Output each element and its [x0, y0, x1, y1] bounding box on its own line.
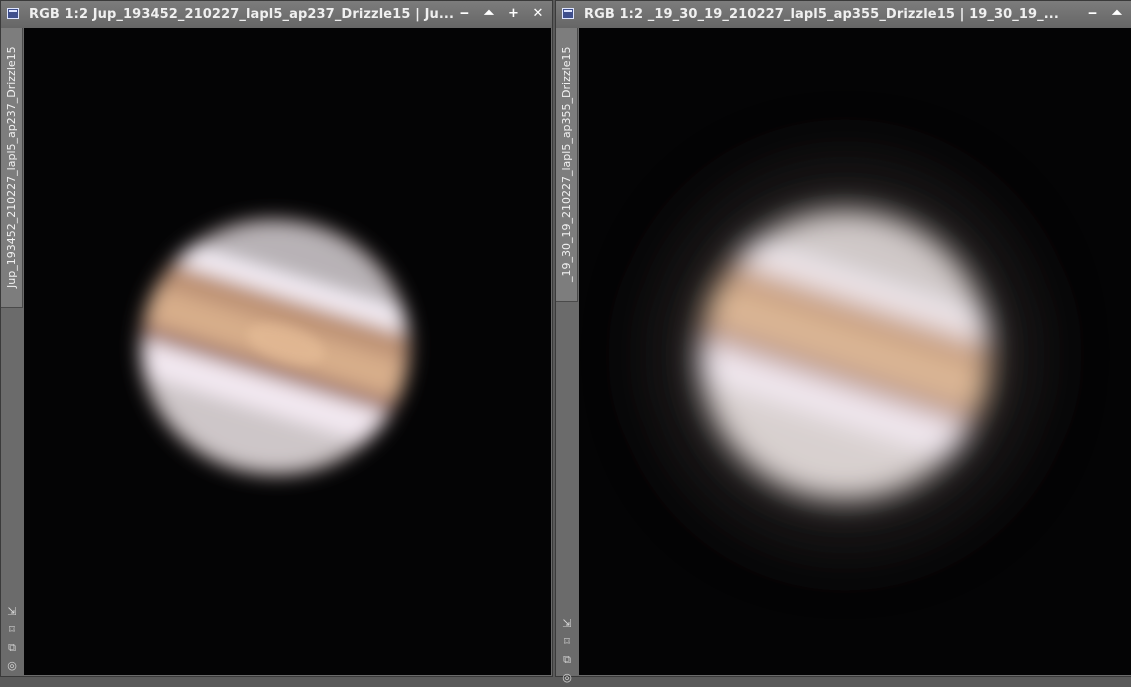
window-tool-buttons: ⇲ ⌑ ⧉ ◎	[3, 603, 21, 675]
jupiter-image	[109, 186, 441, 508]
window-tool-buttons: ⇲ ⌑ ⧉ ◎	[558, 615, 576, 687]
fit-view-icon[interactable]: ⌑	[3, 621, 21, 639]
minimize-button[interactable]: ‒	[1082, 5, 1102, 23]
clone-icon[interactable]: ⧉	[3, 639, 21, 657]
window-title: RGB 1:2 Jup_193452_210227_lapl5_ap237_Dr…	[29, 7, 454, 22]
window-title: RGB 1:2 _19_30_19_210227_lapl5_ap355_Dri…	[584, 7, 1059, 22]
image-identifier-label: Jup_193452_210227_lapl5_ap237_Drizzle15	[5, 46, 18, 288]
target-icon[interactable]: ◎	[558, 669, 576, 687]
window-titlebar[interactable]: RGB 1:2 _19_30_19_210227_lapl5_ap355_Dri…	[556, 1, 1131, 28]
close-button[interactable]: ✕	[528, 5, 548, 23]
minimize-button[interactable]: ‒	[454, 5, 474, 23]
image-window-right[interactable]: RGB 1:2 _19_30_19_210227_lapl5_ap355_Dri…	[555, 0, 1131, 684]
shrink-icon[interactable]: ⇲	[3, 603, 21, 621]
target-icon[interactable]: ◎	[3, 657, 21, 675]
image-identifier-tab[interactable]: _19_30_19_210227_lapl5_ap355_Drizzle15	[556, 28, 578, 302]
image-identifier-label: _19_30_19_210227_lapl5_ap355_Drizzle15	[560, 46, 573, 282]
shade-button[interactable]: ⏶	[479, 5, 499, 23]
fit-view-icon[interactable]: ⌑	[558, 633, 576, 651]
image-canvas[interactable]	[579, 28, 1131, 675]
image-window-icon	[562, 8, 574, 19]
image-identifier-tab[interactable]: Jup_193452_210227_lapl5_ap237_Drizzle15	[1, 28, 23, 308]
image-window-left[interactable]: RGB 1:2 Jup_193452_210227_lapl5_ap237_Dr…	[0, 0, 553, 677]
image-canvas[interactable]	[24, 28, 551, 675]
jupiter-image	[645, 155, 1045, 555]
clone-icon[interactable]: ⧉	[558, 651, 576, 669]
window-titlebar[interactable]: RGB 1:2 Jup_193452_210227_lapl5_ap237_Dr…	[1, 1, 552, 28]
shade-button[interactable]: ⏶	[1107, 5, 1127, 23]
shrink-icon[interactable]: ⇲	[558, 615, 576, 633]
maximize-button[interactable]: +	[503, 5, 523, 23]
image-window-icon	[7, 8, 19, 19]
